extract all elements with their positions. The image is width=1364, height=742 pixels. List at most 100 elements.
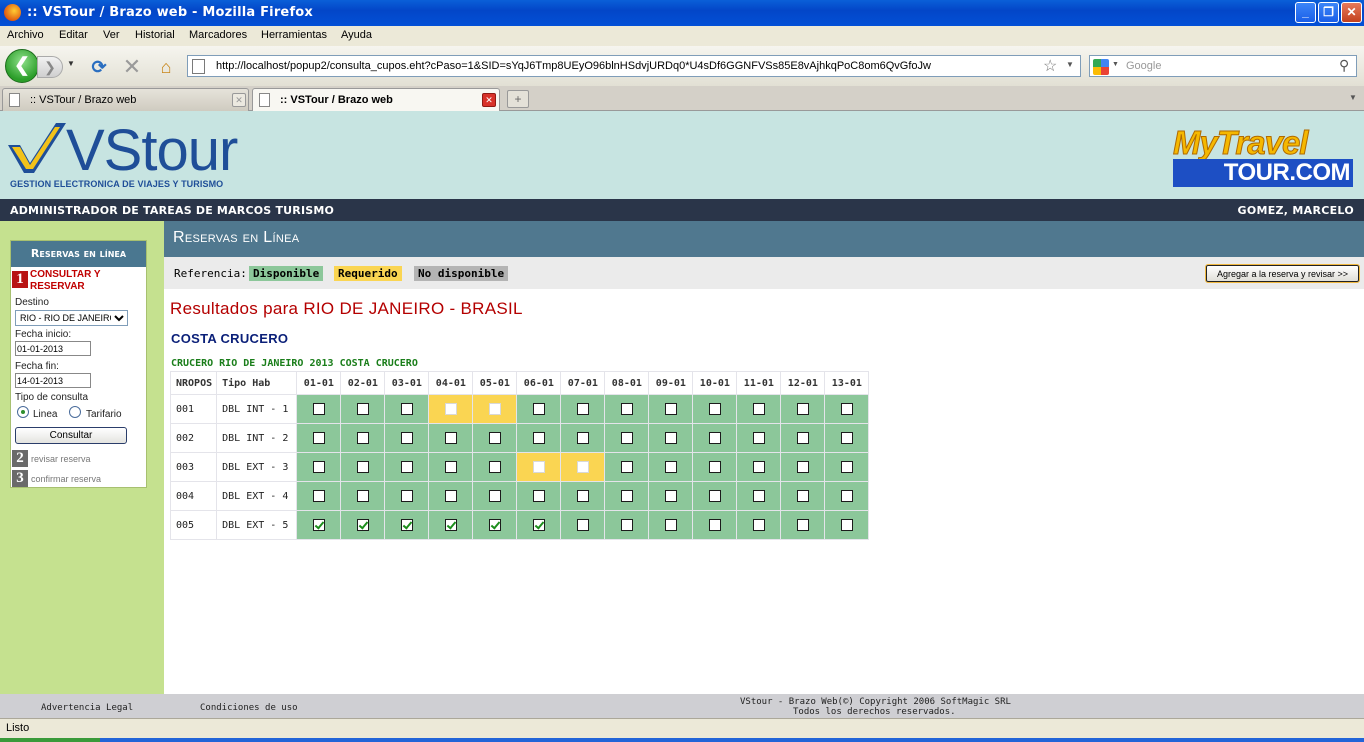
availability-checkbox[interactable] [532,432,545,444]
consultar-button[interactable]: Consultar [15,427,127,444]
fecha-fin-input[interactable] [15,373,91,388]
availability-checkbox[interactable] [532,490,545,502]
menu-editar[interactable]: Editar [59,29,88,41]
availability-checkbox[interactable] [488,432,501,444]
availability-checkbox[interactable] [840,519,853,531]
availability-checkbox[interactable] [708,461,721,473]
availability-checkbox[interactable] [356,519,369,531]
availability-checkbox[interactable] [356,432,369,444]
advertencia-legal-link[interactable]: Advertencia Legal [41,703,133,713]
availability-checkbox[interactable] [752,461,765,473]
close-window-button[interactable]: ✕ [1341,2,1362,23]
menu-archivo[interactable]: Archivo [7,29,44,41]
availability-checkbox[interactable] [796,403,809,415]
availability-checkbox[interactable] [488,461,501,473]
availability-checkbox[interactable] [752,432,765,444]
availability-checkbox[interactable] [444,461,457,473]
history-dropdown-icon[interactable]: ▼ [67,59,75,68]
availability-checkbox[interactable] [840,403,853,415]
availability-checkbox[interactable] [400,432,413,444]
availability-checkbox[interactable] [796,461,809,473]
search-engine-dropdown-icon[interactable]: ▼ [1112,61,1119,68]
menu-ayuda[interactable]: Ayuda [341,29,372,41]
availability-checkbox[interactable] [488,519,501,531]
availability-checkbox[interactable] [620,403,633,415]
availability-checkbox[interactable] [312,403,325,415]
availability-checkbox[interactable] [840,490,853,502]
availability-checkbox[interactable] [444,519,457,531]
availability-checkbox[interactable] [400,490,413,502]
availability-checkbox[interactable] [532,461,545,473]
destino-select[interactable]: RIO - RIO DE JANEIRO [15,310,128,326]
reload-icon[interactable]: ⟳ [88,56,110,78]
google-icon[interactable] [1093,59,1109,75]
availability-checkbox[interactable] [708,519,721,531]
availability-checkbox[interactable] [532,519,545,531]
availability-checkbox[interactable] [664,432,677,444]
availability-checkbox[interactable] [444,403,457,415]
availability-checkbox[interactable] [840,461,853,473]
condiciones-uso-link[interactable]: Condiciones de uso [200,703,298,713]
availability-checkbox[interactable] [576,490,589,502]
menu-historial[interactable]: Historial [135,29,175,41]
search-bar[interactable]: ▼ Google ⚲ [1089,55,1357,77]
new-tab-icon[interactable]: + [507,90,529,108]
agregar-reserva-button[interactable]: Agregar a la reserva y revisar >> [1205,264,1360,283]
radio-tarifario[interactable] [69,406,81,418]
availability-checkbox[interactable] [840,432,853,444]
stop-icon[interactable]: ✕ [121,56,143,78]
fecha-inicio-input[interactable] [15,341,91,356]
availability-checkbox[interactable] [400,403,413,415]
availability-checkbox[interactable] [752,490,765,502]
availability-checkbox[interactable] [400,461,413,473]
availability-checkbox[interactable] [532,403,545,415]
availability-checkbox[interactable] [708,403,721,415]
bookmark-star-icon[interactable]: ☆ [1043,56,1057,76]
availability-checkbox[interactable] [796,490,809,502]
search-icon[interactable]: ⚲ [1339,57,1349,74]
url-bar[interactable]: http://localhost/popup2/consulta_cupos.e… [187,55,1081,77]
close-tab-icon[interactable]: ✕ [482,93,496,107]
availability-checkbox[interactable] [356,490,369,502]
availability-checkbox[interactable] [752,519,765,531]
menu-marcadores[interactable]: Marcadores [189,29,247,41]
availability-checkbox[interactable] [312,461,325,473]
close-tab-icon[interactable]: ✕ [232,93,246,107]
availability-checkbox[interactable] [796,519,809,531]
availability-checkbox[interactable] [664,490,677,502]
menu-herramientas[interactable]: Herramientas [261,29,327,41]
tab-list-icon[interactable]: ▼ [1349,93,1357,102]
availability-checkbox[interactable] [620,461,633,473]
tab-1[interactable]: :: VSTour / Brazo web ✕ [2,88,249,111]
minimize-button[interactable]: _ [1295,2,1316,23]
availability-checkbox[interactable] [708,432,721,444]
availability-checkbox[interactable] [664,461,677,473]
url-dropdown-icon[interactable]: ▼ [1066,60,1074,69]
forward-arrow-icon[interactable]: ❯ [37,56,63,78]
availability-checkbox[interactable] [752,403,765,415]
search-placeholder[interactable]: Google [1126,60,1161,72]
url-text[interactable]: http://localhost/popup2/consulta_cupos.e… [216,60,931,72]
availability-checkbox[interactable] [664,519,677,531]
availability-checkbox[interactable] [576,519,589,531]
availability-checkbox[interactable] [488,403,501,415]
availability-checkbox[interactable] [312,490,325,502]
availability-checkbox[interactable] [708,490,721,502]
home-icon[interactable]: ⌂ [155,56,177,78]
availability-checkbox[interactable] [444,490,457,502]
tab-2[interactable]: :: VSTour / Brazo web ✕ [252,88,500,111]
availability-checkbox[interactable] [356,403,369,415]
availability-checkbox[interactable] [488,490,501,502]
availability-checkbox[interactable] [620,519,633,531]
availability-checkbox[interactable] [312,519,325,531]
availability-checkbox[interactable] [620,432,633,444]
availability-checkbox[interactable] [576,432,589,444]
availability-checkbox[interactable] [576,403,589,415]
availability-checkbox[interactable] [400,519,413,531]
availability-checkbox[interactable] [664,403,677,415]
availability-checkbox[interactable] [576,461,589,473]
availability-checkbox[interactable] [796,432,809,444]
back-arrow-icon[interactable]: ❮ [5,49,39,83]
radio-linea[interactable] [17,406,29,418]
menu-ver[interactable]: Ver [103,29,120,41]
